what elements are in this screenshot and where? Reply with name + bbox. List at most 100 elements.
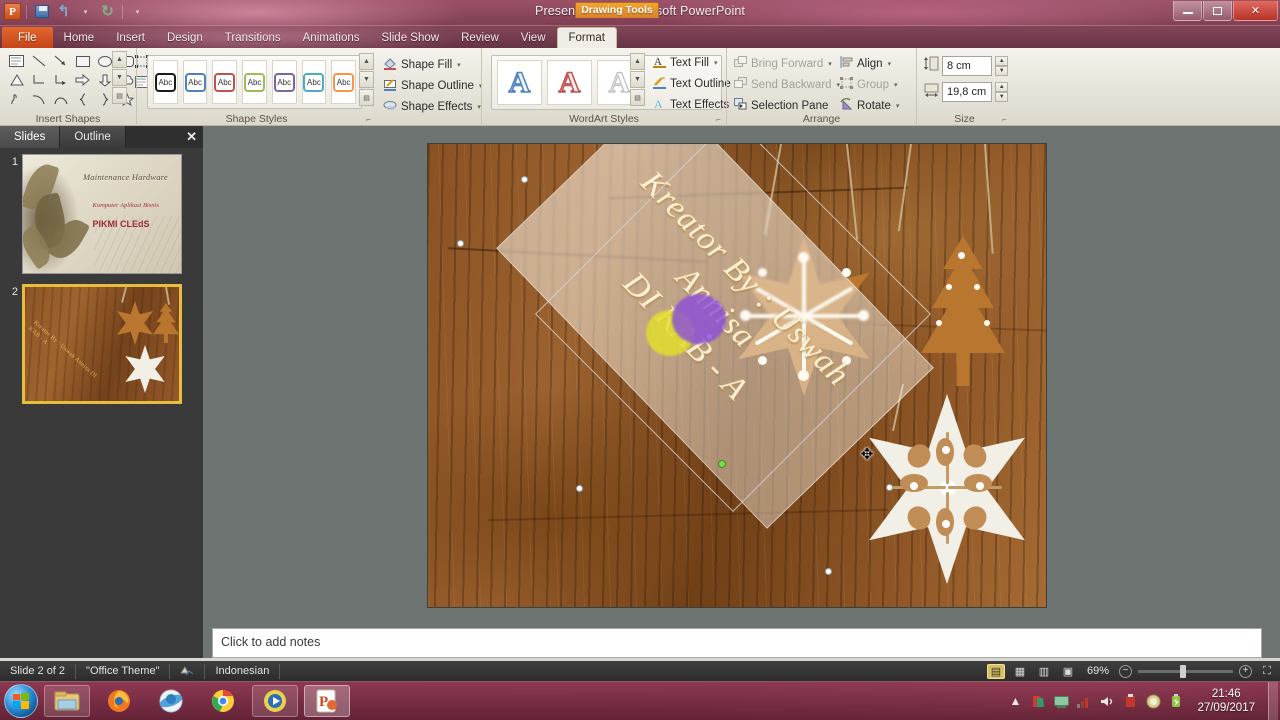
shape-styles-scrollbar[interactable]: ▲ ▼ ▤ — [359, 53, 374, 106]
scroll-up-button[interactable]: ▲ — [630, 53, 645, 70]
elbow-arrow-connector-icon[interactable] — [50, 71, 71, 89]
slide-canvas[interactable]: Kreator By : Uswah Annisa DI KAB - A — [427, 143, 1047, 608]
scroll-down-button[interactable]: ▼ — [630, 71, 645, 88]
align-button[interactable]: Align ▾ — [837, 53, 912, 74]
normal-view-button[interactable]: ▤ — [986, 663, 1005, 679]
language-indicator[interactable]: Indonesian — [205, 663, 281, 679]
slide-editing-area[interactable]: Kreator By : Uswah Annisa DI KAB - A ✥ — [203, 126, 1280, 658]
minimize-button[interactable] — [1173, 1, 1202, 21]
more-shapes-button[interactable]: ▤ — [112, 87, 127, 104]
tab-design[interactable]: Design — [156, 27, 214, 48]
resize-handle-top[interactable] — [521, 176, 528, 183]
scroll-up-button[interactable]: ▲ — [112, 51, 127, 68]
scribble-icon[interactable] — [6, 90, 27, 108]
taskbar-clock[interactable]: 21:46 27/09/2017 — [1191, 687, 1261, 715]
shape-style-option[interactable]: Abc — [212, 60, 238, 104]
usb-icon[interactable] — [1122, 693, 1138, 709]
notes-placeholder[interactable]: Click to add notes — [212, 628, 1262, 658]
spin-down-button[interactable]: ▼ — [995, 66, 1008, 76]
fit-to-window-button[interactable]: ⛶ — [1258, 664, 1276, 679]
tab-slide-show[interactable]: Slide Show — [371, 27, 451, 48]
wordart-dialog-launcher[interactable]: ⌐ — [714, 115, 723, 124]
close-pane-icon[interactable]: ✕ — [186, 129, 197, 145]
ribbon-tabs[interactable]: File Home Insert Design Transitions Anim… — [0, 26, 1280, 48]
shape-style-option[interactable]: Abc — [271, 60, 297, 104]
shield-icon[interactable] — [1145, 693, 1161, 709]
shape-width-spinner[interactable]: ▲ ▼ — [995, 82, 1008, 102]
volume-icon[interactable] — [1099, 693, 1115, 709]
tab-transitions[interactable]: Transitions — [214, 27, 292, 48]
slide-thumbnail-1[interactable]: Maintenance Hardware Komputer Aplikasi B… — [22, 154, 182, 274]
shape-style-option[interactable]: Abc — [331, 60, 357, 104]
spell-check-icon[interactable] — [170, 663, 206, 679]
scroll-up-button[interactable]: ▲ — [359, 53, 374, 70]
tab-outline[interactable]: Outline — [60, 126, 126, 148]
slides-pane-tabs[interactable]: Slides Outline ✕ — [0, 126, 203, 148]
slide-show-view-button[interactable]: ▣ — [1059, 664, 1077, 679]
taskbar-windows-explorer[interactable] — [44, 685, 90, 717]
show-hidden-icons[interactable]: ▲ — [1007, 693, 1023, 709]
group-button[interactable]: Group ▾ — [837, 74, 912, 95]
tab-animations[interactable]: Animations — [292, 27, 371, 48]
slide-thumbnail-2[interactable]: Kreator By : Uswah Annisa DI KAB - A — [22, 284, 182, 404]
wordart-style-option[interactable]: A — [497, 60, 542, 105]
shape-style-option[interactable]: Abc — [153, 60, 178, 104]
chevron-down-icon[interactable]: ▾ — [896, 102, 900, 110]
shape-style-option[interactable]: Abc — [301, 60, 327, 104]
tab-slides[interactable]: Slides — [0, 126, 61, 148]
chevron-down-icon[interactable]: ▾ — [828, 60, 832, 68]
wordart-style-option[interactable]: A — [547, 60, 592, 105]
shape-width-input[interactable]: 19,8 cm — [942, 82, 993, 102]
tab-insert[interactable]: Insert — [105, 27, 156, 48]
zoom-level-label[interactable]: 69% — [1083, 665, 1113, 677]
maximize-button[interactable] — [1203, 1, 1232, 21]
chevron-down-icon[interactable]: ▾ — [714, 59, 718, 67]
recently-used-textbox-icon[interactable] — [6, 52, 27, 70]
taskbar-powerpoint[interactable]: P — [304, 685, 350, 717]
spin-up-button[interactable]: ▲ — [995, 56, 1008, 66]
spin-down-button[interactable]: ▼ — [995, 92, 1008, 102]
taskbar-media-player[interactable] — [252, 685, 298, 717]
zoom-in-button[interactable]: + — [1239, 664, 1252, 678]
taskbar-google-chrome[interactable] — [200, 685, 246, 717]
chevron-down-icon[interactable]: ▾ — [888, 60, 892, 68]
close-button[interactable]: ✕ — [1233, 1, 1278, 21]
left-brace-icon[interactable] — [72, 90, 93, 108]
slide-thumbnail-item[interactable]: 1 Maintenance Hardware Komputer Aplikasi… — [0, 148, 203, 274]
shape-styles-dialog-launcher[interactable]: ⌐ — [364, 115, 373, 124]
rotation-handle[interactable] — [718, 460, 726, 468]
window-controls[interactable]: ✕ — [1172, 1, 1278, 21]
shape-height-spinner[interactable]: ▲ ▼ — [995, 56, 1008, 76]
zoom-out-button[interactable]: − — [1119, 664, 1132, 678]
spin-up-button[interactable]: ▲ — [995, 82, 1008, 92]
signal-icon[interactable] — [1076, 693, 1092, 709]
tab-view[interactable]: View — [510, 27, 557, 48]
more-styles-button[interactable]: ▤ — [359, 89, 374, 106]
chevron-down-icon[interactable]: ▾ — [457, 61, 461, 69]
slide-sorter-view-button[interactable]: ▦ — [1011, 664, 1029, 679]
right-arrow-icon[interactable] — [72, 71, 93, 89]
reading-view-button[interactable]: ▥ — [1035, 664, 1053, 679]
shape-height-input[interactable]: 8 cm — [942, 56, 993, 76]
chevron-down-icon[interactable]: ▾ — [894, 81, 898, 89]
tab-format[interactable]: Format — [556, 27, 617, 48]
zoom-slider-thumb[interactable] — [1180, 664, 1186, 678]
taskbar-internet-explorer[interactable] — [148, 685, 194, 717]
more-wordart-button[interactable]: ▤ — [630, 89, 645, 106]
rectangle-icon[interactable] — [72, 52, 93, 70]
arrow-line-icon[interactable] — [50, 52, 71, 70]
elbow-connector-icon[interactable] — [28, 71, 49, 89]
shape-fill-button[interactable]: Shape Fill ▾ — [380, 54, 477, 75]
shape-style-option[interactable]: Abc — [182, 60, 208, 104]
shape-effects-button[interactable]: Shape Effects ▾ — [380, 96, 481, 117]
shape-style-option[interactable]: Abc — [242, 60, 267, 104]
zoom-slider[interactable] — [1138, 664, 1233, 678]
bring-forward-button[interactable]: Bring Forward ▾ — [731, 53, 837, 74]
triangle-icon[interactable] — [6, 71, 27, 89]
shapes-gallery-scrollbar[interactable]: ▲ ▼ ▤ — [112, 51, 127, 104]
tab-home[interactable]: Home — [53, 27, 106, 48]
resize-handle-bottom[interactable] — [825, 568, 832, 575]
size-dialog-launcher[interactable]: ⌐ — [1000, 115, 1009, 124]
battery-icon[interactable] — [1168, 693, 1184, 709]
start-button[interactable] — [4, 684, 38, 718]
